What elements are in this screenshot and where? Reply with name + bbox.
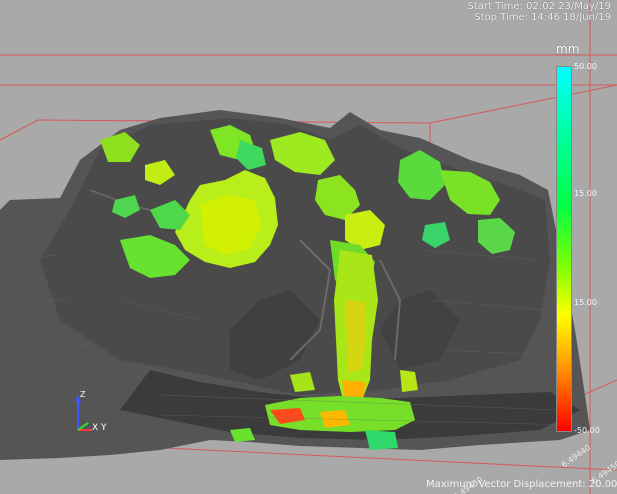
colorbar — [556, 66, 572, 432]
triad-xy-label: X Y — [92, 423, 107, 433]
3d-viewport[interactable]: Start Time: 02:02 23/May/19 Stop Time: 1… — [0, 0, 617, 494]
triad-z-label: Z — [80, 390, 86, 399]
max-vector-displacement-label: Maximum Vector Displacement: 20.00 mm — [426, 479, 617, 490]
colorbar-tick-max: 50.00 — [574, 62, 597, 71]
colorbar-tick-lower: 15.00 — [574, 298, 597, 307]
colorbar-unit-label: mm — [556, 42, 580, 56]
colorbar-tick-upper: 15.00 — [574, 189, 597, 198]
stop-time-label: Stop Time: 14:46 18/Jun/19 — [474, 12, 611, 23]
start-time-label: Start Time: 02:02 23/May/19 — [467, 1, 612, 12]
colorbar-tick-min: -50.00 — [574, 426, 600, 435]
